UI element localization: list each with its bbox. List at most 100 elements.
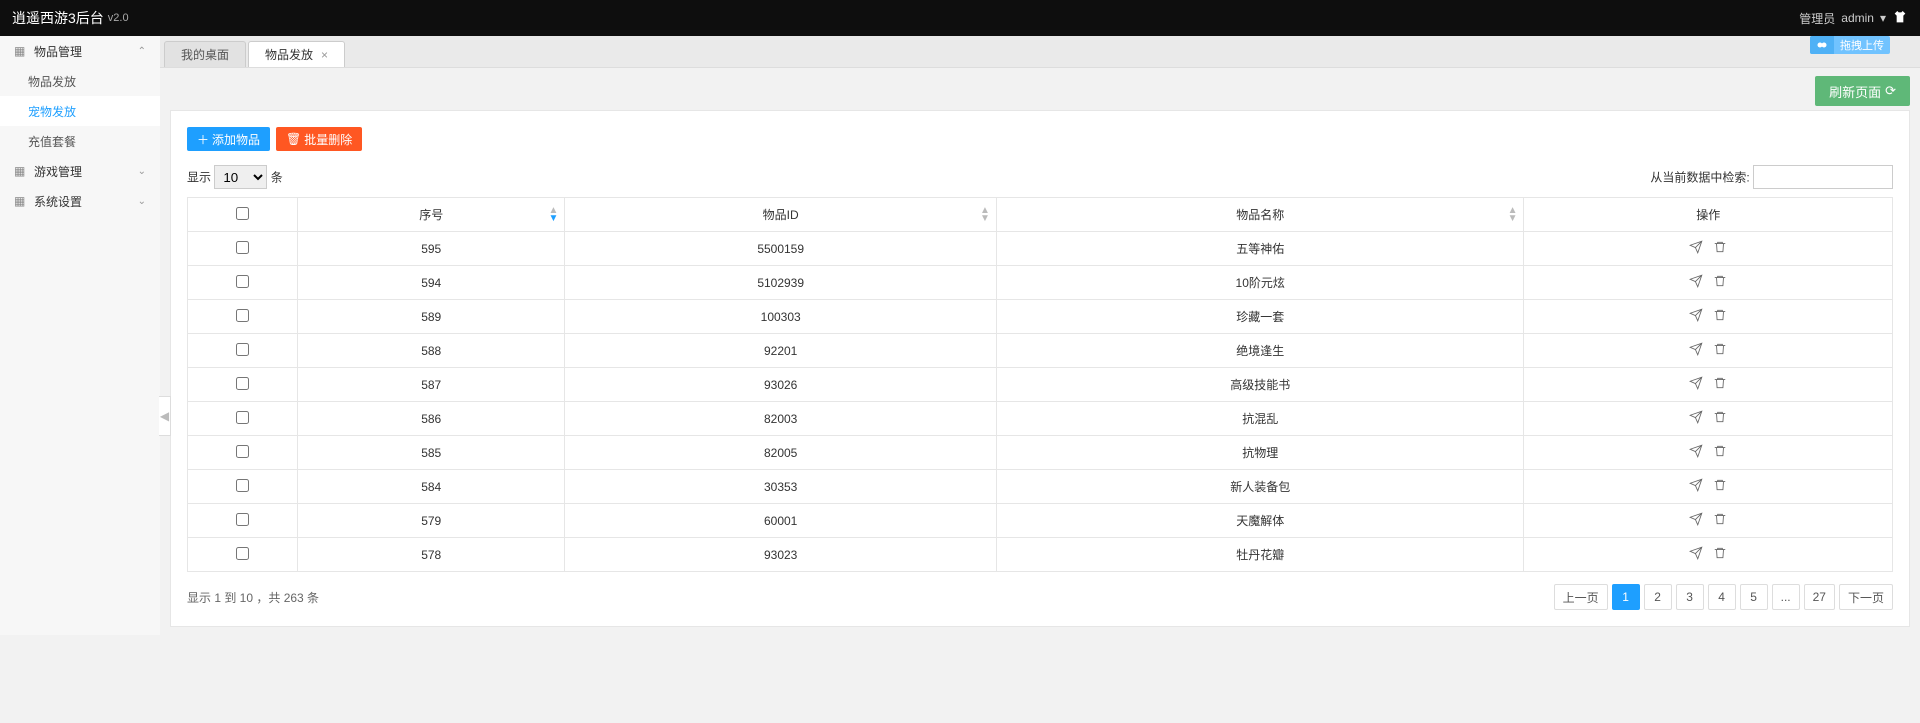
select-all-checkbox[interactable]	[236, 207, 249, 220]
cell-seq: 588	[298, 334, 565, 368]
column-header[interactable]: 序号▲▼	[298, 198, 565, 232]
user-role: 管理员	[1799, 10, 1835, 27]
brand-version: v2.0	[108, 12, 129, 24]
user-name: admin	[1841, 11, 1874, 25]
batch-delete-button[interactable]: 🗑 批量删除	[276, 127, 362, 151]
tab[interactable]: 物品发放 ×	[248, 41, 345, 67]
cell-seq: 589	[298, 300, 565, 334]
cell-id: 93026	[565, 368, 996, 402]
sidebar-item[interactable]: 物品发放	[0, 66, 160, 96]
row-checkbox[interactable]	[236, 513, 249, 526]
tab[interactable]: 我的桌面	[164, 41, 246, 67]
pager-page[interactable]: 2	[1644, 584, 1672, 610]
delete-icon[interactable]	[1713, 376, 1727, 393]
sort-icon: ▲▼	[980, 207, 990, 223]
table-info: 显示 1 到 10 ，共 263 条	[187, 589, 319, 606]
pager-page[interactable]: 5	[1740, 584, 1768, 610]
pager-prev[interactable]: 上一页	[1554, 584, 1608, 610]
cell-id: 5102939	[565, 266, 996, 300]
length-select[interactable]: 102550100	[214, 165, 267, 189]
topbar-user[interactable]: 管理员 admin ▾	[1799, 9, 1908, 28]
content-area: 我的桌面 物品发放 × ◀ 刷新页面 ⟳ ＋ 添加物品 🗑 批量删除	[160, 36, 1920, 635]
send-icon[interactable]	[1689, 410, 1703, 427]
column-header[interactable]: 操作	[1524, 198, 1893, 232]
sidebar-item[interactable]: 充值套餐	[0, 126, 160, 156]
sidebar-group-label: 系统设置	[34, 193, 82, 210]
table-row: 58793026高级技能书	[188, 368, 1893, 402]
close-icon[interactable]: ×	[321, 48, 328, 62]
delete-icon[interactable]	[1713, 478, 1727, 495]
sort-icon: ▲▼	[1508, 207, 1518, 223]
cell-name: 抗物理	[996, 436, 1524, 470]
delete-icon[interactable]	[1713, 444, 1727, 461]
delete-icon[interactable]	[1713, 546, 1727, 563]
add-item-button[interactable]: ＋ 添加物品	[187, 127, 270, 151]
delete-icon[interactable]	[1713, 274, 1727, 291]
send-icon[interactable]	[1689, 478, 1703, 495]
plus-icon: ＋	[197, 131, 209, 148]
pager-page[interactable]: 27	[1804, 584, 1835, 610]
delete-icon[interactable]	[1713, 240, 1727, 257]
sidebar-group[interactable]: ▦游戏管理⌄	[0, 156, 160, 186]
pager-ellipsis: ...	[1772, 584, 1800, 610]
pager-page[interactable]: 1	[1612, 584, 1640, 610]
table-row: 58682003抗混乱	[188, 402, 1893, 436]
cell-name: 10阶元炫	[996, 266, 1524, 300]
delete-icon[interactable]	[1713, 512, 1727, 529]
row-checkbox[interactable]	[236, 241, 249, 254]
send-icon[interactable]	[1689, 512, 1703, 529]
refresh-label: 刷新页面	[1829, 82, 1881, 101]
send-icon[interactable]	[1689, 342, 1703, 359]
table-row: 5955500159五等神佑	[188, 232, 1893, 266]
sidebar-collapse-handle[interactable]: ◀	[159, 396, 171, 436]
cell-id: 93023	[565, 538, 996, 572]
send-icon[interactable]	[1689, 308, 1703, 325]
sidebar: ▦物品管理⌃物品发放宠物发放充值套餐▦游戏管理⌄▦系统设置⌄	[0, 36, 160, 635]
row-checkbox[interactable]	[236, 309, 249, 322]
table-row: 594510293910阶元炫	[188, 266, 1893, 300]
send-icon[interactable]	[1689, 274, 1703, 291]
row-checkbox[interactable]	[236, 377, 249, 390]
tab-label: 物品发放	[265, 46, 313, 63]
sidebar-group[interactable]: ▦系统设置⌄	[0, 186, 160, 216]
cloud-upload-icon	[1810, 36, 1834, 54]
upload-badge[interactable]: 拖拽上传	[1810, 36, 1890, 54]
cell-name: 抗混乱	[996, 402, 1524, 436]
column-header[interactable]: 物品名称▲▼	[996, 198, 1524, 232]
column-header[interactable]: 物品ID▲▼	[565, 198, 996, 232]
row-checkbox[interactable]	[236, 479, 249, 492]
send-icon[interactable]	[1689, 376, 1703, 393]
user-icon: ▦	[14, 164, 28, 178]
pager-next[interactable]: 下一页	[1839, 584, 1893, 610]
sidebar-group[interactable]: ▦物品管理⌃	[0, 36, 160, 66]
send-icon[interactable]	[1689, 240, 1703, 257]
sidebar-item[interactable]: 宠物发放	[0, 96, 160, 126]
cell-id: 60001	[565, 504, 996, 538]
pager-page[interactable]: 4	[1708, 584, 1736, 610]
theme-icon[interactable]	[1892, 9, 1908, 28]
row-checkbox[interactable]	[236, 343, 249, 356]
trash-icon: 🗑	[286, 132, 301, 146]
send-icon[interactable]	[1689, 546, 1703, 563]
cell-seq: 594	[298, 266, 565, 300]
row-checkbox[interactable]	[236, 445, 249, 458]
cell-id: 82005	[565, 436, 996, 470]
cell-id: 5500159	[565, 232, 996, 266]
send-icon[interactable]	[1689, 444, 1703, 461]
search-input[interactable]	[1753, 165, 1893, 189]
refresh-button[interactable]: 刷新页面 ⟳	[1815, 76, 1910, 106]
delete-icon[interactable]	[1713, 342, 1727, 359]
cell-name: 牡丹花瓣	[996, 538, 1524, 572]
data-table: 序号▲▼物品ID▲▼物品名称▲▼操作 5955500159五等神佑5945102…	[187, 197, 1893, 572]
caret-down-icon: ▾	[1880, 11, 1886, 25]
row-checkbox[interactable]	[236, 547, 249, 560]
chevron-up-icon: ⌃	[138, 46, 146, 57]
table-row: 58582005抗物理	[188, 436, 1893, 470]
delete-icon[interactable]	[1713, 308, 1727, 325]
row-checkbox[interactable]	[236, 275, 249, 288]
row-checkbox[interactable]	[236, 411, 249, 424]
table-row: 58430353新人装备包	[188, 470, 1893, 504]
pager: 上一页12345...27下一页	[1554, 584, 1893, 610]
delete-icon[interactable]	[1713, 410, 1727, 427]
pager-page[interactable]: 3	[1676, 584, 1704, 610]
